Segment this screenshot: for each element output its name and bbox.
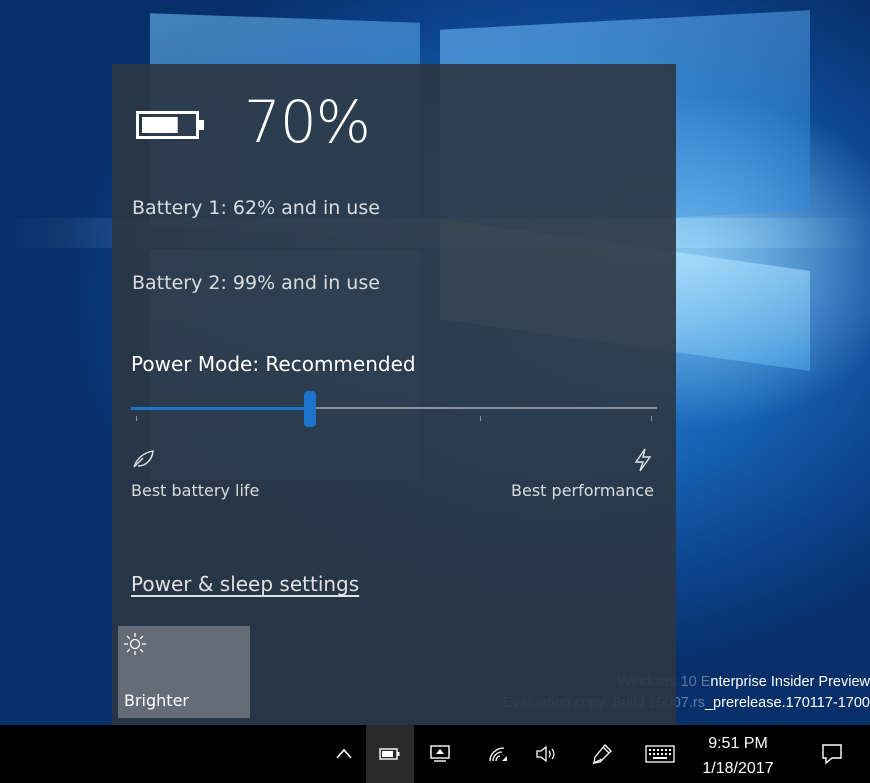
best-performance-label: Best performance: [511, 481, 654, 500]
power-mode-slider[interactable]: [131, 391, 657, 436]
show-hidden-icons-button[interactable]: [326, 725, 362, 783]
action-center-button[interactable]: [808, 725, 856, 783]
chevron-up-icon: [336, 748, 352, 759]
clock[interactable]: 9:51 PM 1/18/2017: [690, 731, 786, 781]
battery-2-status: Battery 2: 99% and in use: [132, 272, 380, 294]
keyboard-icon: [645, 745, 675, 763]
brighter-quick-action[interactable]: Brighter: [118, 626, 250, 718]
battery-1-status: Battery 1: 62% and in use: [132, 197, 380, 219]
taskbar: 9:51 PM 1/18/2017: [0, 725, 870, 783]
clock-date: 1/18/2017: [702, 760, 774, 777]
project-button[interactable]: [420, 725, 460, 783]
power-mode-title: Power Mode: Recommended: [131, 352, 416, 376]
slider-thumb[interactable]: [303, 391, 316, 427]
volume-button[interactable]: [526, 725, 566, 783]
action-center-icon: [822, 744, 842, 765]
clock-time: 9:51 PM: [708, 735, 768, 752]
slider-fill: [131, 407, 310, 410]
sun-icon: [124, 633, 146, 655]
watermark-line1-visible: nterprise Insider Preview: [710, 674, 870, 690]
battery-icon: [379, 748, 400, 760]
slider-tick: [136, 416, 137, 421]
volume-icon: [536, 745, 555, 763]
network-icon: [489, 747, 507, 762]
watermark-line2-visible: _prerelease.170117-1700: [704, 695, 870, 711]
battery-large-icon: [136, 111, 204, 139]
network-button[interactable]: [478, 725, 518, 783]
project-icon: [430, 745, 450, 762]
slider-tick: [480, 416, 481, 421]
battery-percent: 70%: [244, 88, 371, 156]
pen-icon: [592, 744, 612, 765]
power-sleep-settings-link[interactable]: Power & sleep settings: [131, 572, 359, 596]
leaf-icon: [133, 450, 154, 468]
battery-flyout: 70% Battery 1: 62% and in use Battery 2:…: [112, 64, 676, 725]
lightning-icon: [634, 448, 652, 472]
best-battery-life-label: Best battery life: [131, 481, 260, 500]
windows-ink-button[interactable]: [582, 725, 622, 783]
battery-tray-button[interactable]: [366, 725, 414, 783]
touch-keyboard-button[interactable]: [636, 725, 684, 783]
slider-tick: [651, 416, 652, 421]
brighter-label: Brighter: [124, 691, 189, 710]
